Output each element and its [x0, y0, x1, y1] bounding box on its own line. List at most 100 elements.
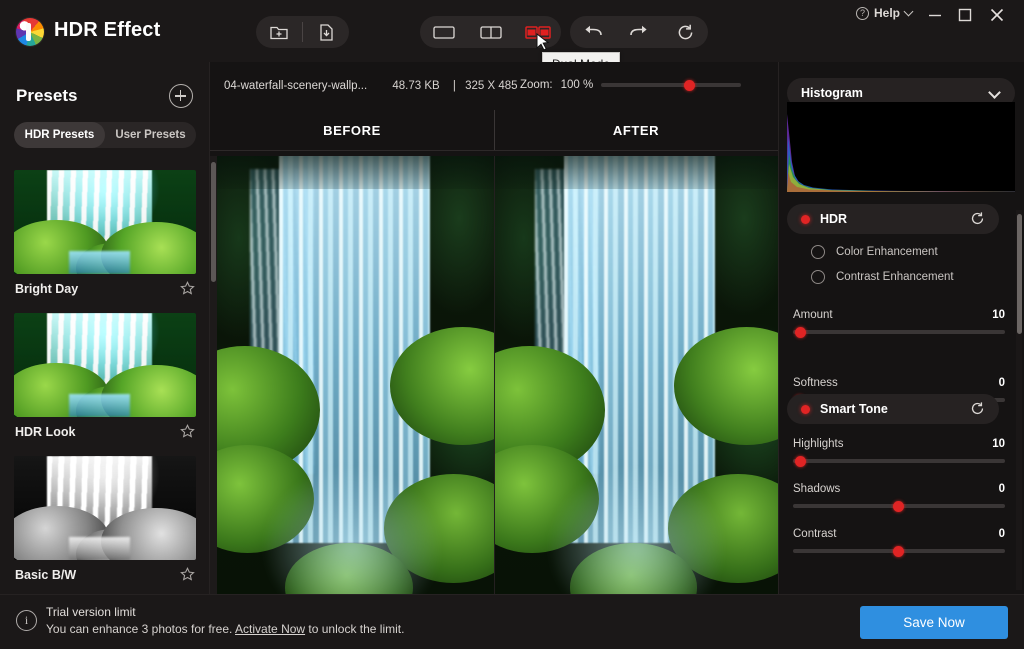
- file-name: 04-waterfall-scenery-wallp...: [224, 80, 368, 92]
- tab-hdr-presets[interactable]: HDR Presets: [14, 122, 105, 148]
- slider-handle[interactable]: [795, 326, 806, 338]
- list-item[interactable]: Bright Day: [0, 162, 210, 305]
- slider-track[interactable]: [793, 545, 1005, 557]
- viewport-scrollbar-thumb[interactable]: [211, 162, 216, 282]
- radio-color-enhancement[interactable]: Color Enhancement: [811, 245, 938, 259]
- trial-text-after: to unlock the limit.: [305, 622, 405, 636]
- preset-thumbnail[interactable]: [14, 456, 196, 560]
- save-image-button[interactable]: [303, 16, 349, 48]
- tab-user-presets[interactable]: User Presets: [105, 122, 196, 148]
- split-mode-button[interactable]: [467, 16, 514, 48]
- undo-button[interactable]: [570, 16, 616, 48]
- single-view-icon: [432, 26, 455, 39]
- minimize-button[interactable]: [922, 4, 948, 26]
- file-size: 48.73 KB: [392, 80, 440, 92]
- slider-track[interactable]: [793, 500, 1005, 512]
- reset-button[interactable]: [662, 16, 708, 48]
- maximize-icon: [958, 8, 972, 22]
- slider-label: Softness: [793, 377, 838, 389]
- file-info-bar: 04-waterfall-scenery-wallp... 48.73 KB |…: [224, 80, 518, 92]
- chevron-down-icon[interactable]: [988, 86, 1001, 99]
- slider-handle[interactable]: [795, 455, 806, 467]
- viewport-scrollbar[interactable]: [210, 156, 217, 594]
- adjustments-scrollbar[interactable]: [1016, 210, 1022, 590]
- slider-highlights: Highlights 10: [793, 438, 1005, 467]
- slider-handle[interactable]: [893, 500, 904, 512]
- list-item[interactable]: HDR Look: [0, 305, 210, 448]
- editor-main: 04-waterfall-scenery-wallp... 48.73 KB |…: [210, 62, 778, 594]
- preset-tabs: HDR Presets User Presets: [14, 122, 196, 148]
- histogram-display: [787, 102, 1015, 192]
- slider-amount: Amount 10: [793, 309, 1005, 338]
- refresh-circle-icon[interactable]: [970, 211, 985, 226]
- preset-list: Bright Day HDR Look Basic B/W: [0, 162, 210, 594]
- info-circle-icon: i: [16, 610, 37, 631]
- radio-circle-icon: [811, 245, 825, 259]
- before-image-pane[interactable]: [210, 156, 494, 594]
- slider-handle[interactable]: [893, 545, 904, 557]
- slider-value: 0: [998, 377, 1005, 389]
- waterfall-before-image: [210, 156, 494, 594]
- after-label: AFTER: [612, 122, 660, 138]
- slider-header: Softness 0: [793, 377, 1005, 389]
- compare-divider: [494, 110, 495, 150]
- waterfall-thumb-image: [14, 456, 196, 560]
- slider-track[interactable]: [793, 326, 1005, 338]
- trial-message: You can enhance 3 photos for free. Activ…: [46, 622, 404, 636]
- adjustments-sidebar: Histogram HDR Color Enhancement Contrast…: [778, 62, 1024, 594]
- before-label: BEFORE: [323, 122, 381, 138]
- open-image-button[interactable]: [256, 16, 302, 48]
- activate-now-link[interactable]: Activate Now: [235, 622, 305, 636]
- save-now-button[interactable]: Save Now: [860, 606, 1008, 639]
- help-label: Help: [873, 6, 900, 20]
- red-toggle-dot-icon[interactable]: [801, 404, 810, 414]
- after-image-pane[interactable]: [493, 156, 778, 594]
- hdr-section-header[interactable]: HDR: [787, 204, 999, 234]
- red-toggle-dot-icon[interactable]: [801, 214, 810, 224]
- close-x-icon: [990, 8, 1004, 22]
- histogram-graph: [787, 102, 1015, 192]
- colorwheel-logo-icon: [16, 18, 44, 46]
- presets-sidebar: Presets HDR Presets User Presets Bright …: [0, 62, 210, 594]
- histogram-title: Histogram: [801, 86, 863, 100]
- radio-label: Color Enhancement: [836, 246, 938, 258]
- help-menu-button[interactable]: ? Help: [855, 6, 914, 20]
- trial-title: Trial version limit: [46, 605, 136, 619]
- slider-track[interactable]: [793, 455, 1005, 467]
- zoom-slider[interactable]: [601, 79, 742, 91]
- question-circle-icon: ?: [855, 6, 869, 20]
- redo-button[interactable]: [616, 16, 662, 48]
- single-mode-button[interactable]: [420, 16, 467, 48]
- preset-thumbnail[interactable]: [14, 313, 196, 417]
- preset-name: Basic B/W: [15, 567, 77, 582]
- waterfall-thumb-image: [14, 313, 196, 417]
- refresh-circle-icon[interactable]: [970, 401, 985, 416]
- plus-circle-icon[interactable]: [169, 84, 193, 108]
- page-title: Presets: [16, 86, 78, 105]
- star-outline-icon[interactable]: [180, 281, 195, 296]
- file-info-separator: |: [452, 80, 456, 92]
- preset-thumbnail[interactable]: [14, 170, 196, 274]
- star-outline-icon[interactable]: [180, 424, 195, 439]
- zoom-slider-handle[interactable]: [683, 79, 695, 91]
- zoom-value: 100 %: [560, 79, 594, 91]
- list-item[interactable]: Basic B/W: [0, 448, 210, 591]
- slider-header: Shadows 0: [793, 483, 1005, 495]
- history-tools-group: [570, 16, 708, 48]
- minimize-icon: [929, 14, 941, 17]
- preset-name: Bright Day: [15, 281, 79, 296]
- header-rule: [210, 150, 778, 151]
- app-title: HDR Effect: [54, 19, 161, 41]
- adjustments-scrollbar-thumb[interactable]: [1016, 214, 1022, 334]
- slider-value: 10: [992, 438, 1005, 450]
- file-tools-group: [256, 16, 349, 48]
- star-outline-icon[interactable]: [180, 567, 195, 582]
- close-button[interactable]: [984, 4, 1010, 26]
- preset-row: Bright Day: [14, 274, 196, 305]
- preset-row: HDR Look: [14, 417, 196, 448]
- folder-add-icon: [270, 26, 288, 40]
- smart-tone-section-header[interactable]: Smart Tone: [787, 394, 999, 424]
- maximize-button[interactable]: [952, 4, 978, 26]
- radio-contrast-enhancement[interactable]: Contrast Enhancement: [811, 270, 954, 284]
- refresh-circle-icon: [678, 24, 692, 39]
